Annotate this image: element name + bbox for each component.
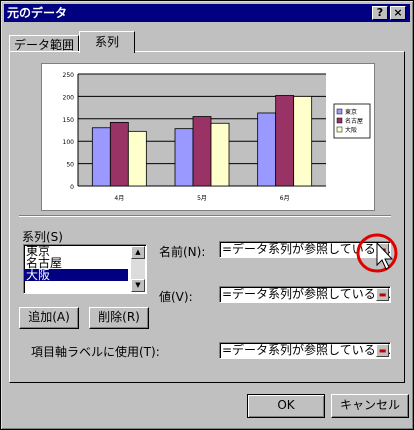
x-tick-label: 5月 [197,195,207,202]
legend-label: 名古屋 [345,117,363,125]
series-list-item[interactable]: 大阪 [24,269,128,281]
cancel-button[interactable]: キャンセル [331,394,409,418]
bar-名古屋 [192,116,212,187]
tab-data-range-label: データ範囲 [13,38,74,52]
y-tick-label: 100 [63,139,75,146]
y-tick-label: 200 [63,94,75,101]
source-data-dialog: 元のデータ ? × データ範囲 系列 250 200 150 100 50 0 4月 5月 6月… [0,0,414,430]
category-labels-field-label: 項目軸ラベルに使用(T): [31,345,160,359]
y-tick-label: 150 [63,117,75,124]
separator [19,215,391,217]
values-field-label: 値(V): [159,290,193,304]
category-labels-field-value: =データ系列が参照しているセル [222,343,391,357]
bar-大阪 [293,96,313,187]
name-field-label: 名前(N): [159,245,206,259]
y-tick-label: 250 [63,72,75,79]
add-series-button[interactable]: 追加(A) [19,307,79,329]
tab-series-label: 系列 [94,35,119,49]
scroll-down-arrow-icon[interactable]: ▼ [131,279,145,292]
y-tick-label: 50 [66,162,74,169]
series-list-scrollbar[interactable]: ▲ ▼ [131,246,145,292]
ok-button[interactable]: OK [247,394,325,418]
delete-series-button[interactable]: 削除(R) [89,307,149,329]
chart-preview: 250 200 150 100 50 0 4月 5月 6月 東京 名古屋 大阪 [41,63,375,211]
collapse-dialog-icon[interactable]: ▬ [376,344,389,357]
values-field[interactable]: =データ系列が参照しているセル ▬ [219,286,391,303]
chart-svg: 250 200 150 100 50 0 4月 5月 6月 東京名古屋大阪 [63,72,371,202]
scroll-up-arrow-icon[interactable]: ▲ [131,246,145,259]
legend-swatch [336,126,343,133]
bar-名古屋 [109,121,129,187]
values-field-value: =データ系列が参照しているセル [222,287,391,301]
title-bar: 元のデータ ? × [4,4,410,22]
highlight-circle [356,233,398,273]
bar-東京 [91,127,111,187]
tab-series[interactable]: 系列 [79,31,135,53]
x-tick-label: 4月 [114,195,124,202]
window-title: 元のデータ [7,6,68,20]
legend-swatch [336,108,343,115]
collapse-dialog-icon[interactable]: ▬ [376,288,389,301]
bar-大阪 [210,122,230,187]
y-tick-label: 0 [70,184,74,191]
x-tick-label: 6月 [280,195,290,202]
help-button[interactable]: ? [372,6,388,20]
legend-label: 大阪 [345,126,357,134]
category-labels-field[interactable]: =データ系列が参照しているセル ▬ [219,342,391,359]
series-listbox[interactable]: 東京 名古屋 大阪 ▲ ▼ [23,244,147,294]
legend-swatch [336,117,343,124]
bar-大阪 [127,130,147,187]
bar-東京 [257,112,277,187]
bar-名古屋 [275,95,295,187]
bar-東京 [174,128,194,187]
series-list-label: 系列(S) [22,230,63,244]
legend-label: 東京 [345,108,357,116]
close-button[interactable]: × [390,6,406,20]
